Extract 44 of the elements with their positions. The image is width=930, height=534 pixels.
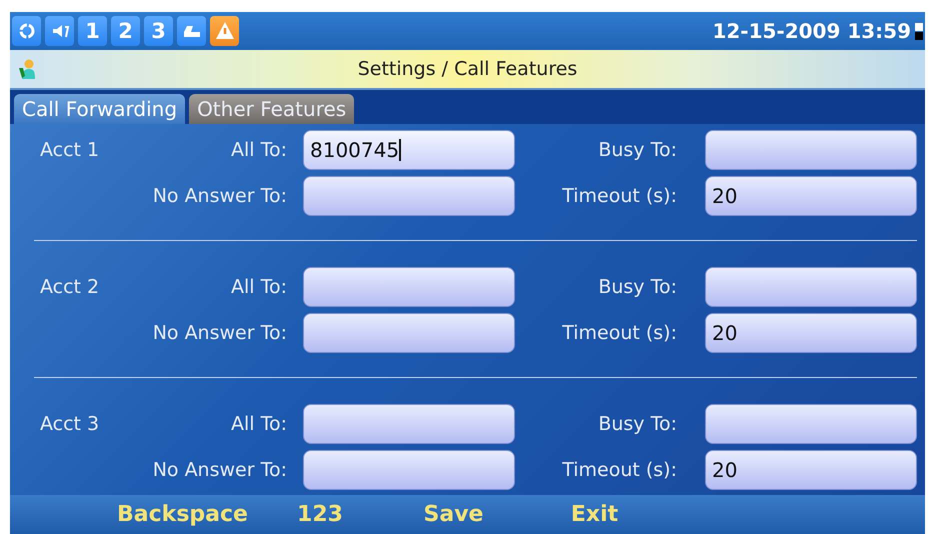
handset-icon[interactable] <box>177 16 206 46</box>
screen-title: Settings / Call Features <box>356 58 578 80</box>
input-field[interactable] <box>705 267 917 307</box>
speaker-icon[interactable] <box>45 16 74 46</box>
input-field[interactable] <box>303 267 515 307</box>
field-label: Timeout (s): <box>562 459 677 481</box>
user-icon[interactable] <box>18 58 36 80</box>
date-time: 12-15-2009 13:59 <box>712 19 911 43</box>
line-indicator[interactable]: 3 <box>144 16 173 46</box>
input-field[interactable] <box>303 450 515 490</box>
field-label: No Answer To: <box>152 322 287 344</box>
softkey-button[interactable]: 123 <box>255 502 385 527</box>
field-label: Timeout (s): <box>562 322 677 344</box>
line-indicator[interactable]: 2 <box>111 16 140 46</box>
field-label: All To: <box>231 413 287 435</box>
input-field[interactable]: 20 <box>705 176 917 216</box>
field-label: Busy To: <box>598 276 677 298</box>
field-label: No Answer To: <box>152 459 287 481</box>
tab[interactable]: Call Forwarding <box>14 94 186 124</box>
softkey-button[interactable]: Save <box>385 502 522 527</box>
sync-icon[interactable] <box>12 16 41 46</box>
input-field[interactable]: 20 <box>705 313 917 353</box>
network-icon[interactable] <box>915 20 925 42</box>
field-label: All To: <box>231 139 287 161</box>
field-label: Timeout (s): <box>562 185 677 207</box>
account-label: Acct 1 <box>39 139 100 161</box>
account-label: Acct 2 <box>39 276 100 298</box>
input-field[interactable]: 20 <box>705 450 917 490</box>
input-field[interactable]: 8100745 <box>303 130 515 170</box>
softkey-button[interactable]: Exit <box>522 502 667 527</box>
field-label: Busy To: <box>598 139 677 161</box>
input-field[interactable] <box>303 404 515 444</box>
warning-icon[interactable] <box>210 16 239 46</box>
line-indicator[interactable]: 1 <box>78 16 107 46</box>
input-field[interactable] <box>303 176 515 216</box>
field-label: No Answer To: <box>152 185 287 207</box>
input-field[interactable] <box>705 130 917 170</box>
softkey-button[interactable]: Backspace <box>110 502 255 527</box>
tab[interactable]: Other Features <box>189 94 354 124</box>
field-label: All To: <box>231 276 287 298</box>
input-field[interactable] <box>705 404 917 444</box>
account-label: Acct 3 <box>39 413 100 435</box>
field-label: Busy To: <box>598 413 677 435</box>
input-field[interactable] <box>303 313 515 353</box>
